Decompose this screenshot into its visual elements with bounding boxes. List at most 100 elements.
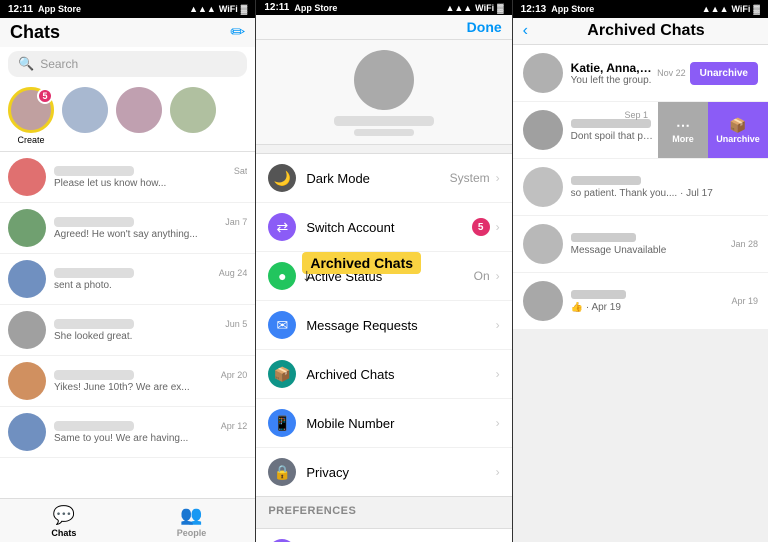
list-item[interactable]: Apr 12 Same to you! We are having... [0,407,255,458]
chat-name-row: Jan 7 [54,217,247,227]
preferences-header: PREFERENCES [256,497,511,520]
switch-account-label: Switch Account [306,220,471,235]
chat-name [54,421,134,431]
status-bar-right: ▲▲▲ WiFi ▓ [189,4,247,14]
privacy-icon: 🔒 [268,458,296,486]
dark-mode-value: System [450,171,490,185]
edit-icon[interactable]: ✏ [230,22,245,43]
story-item-3[interactable] [116,87,162,145]
chats-title: Chats [10,22,60,43]
swipe-unarchive-action[interactable]: 📦 Unarchive [708,102,768,158]
chat-preview: Yikes! June 10th? We are ex... [54,382,247,393]
list-item[interactable]: so patient. Thank you.... · Jul 17 [513,159,768,216]
chevron-icon: › [496,220,500,234]
unarchive-button[interactable]: Unarchive [690,62,758,85]
more-icon: ⋯ [676,117,690,134]
list-item[interactable]: Katie, Anna, Michael, Richard... You lef… [513,45,768,102]
settings-item-switch-account[interactable]: ⇄ Switch Account 5 › [256,203,511,252]
settings-item-archived-chats[interactable]: 📦 Archived Chats › [256,350,511,399]
search-icon: 🔍 [18,56,34,72]
chat-time: Apr 20 [221,370,248,380]
chat-content: Jun 5 She looked great. [54,319,247,342]
chat-preview: Please let us know how... [54,178,247,189]
story-item-2[interactable] [62,87,108,145]
story-item-create[interactable]: 5 Create [8,87,54,145]
profile-name [334,116,434,126]
settings-item-mobile-number[interactable]: 📱 Mobile Number › [256,399,511,448]
carrier-panel2: App Store [294,3,337,13]
dark-mode-label: Dark Mode [306,171,449,186]
chat-list: Sat Please let us know how... Jan 7 Agre… [0,152,255,498]
chat-name [54,217,134,227]
list-item[interactable]: Message Unavailable Jan 28 [513,216,768,273]
archived-chat-preview: You left the group. [571,75,653,86]
archived-chat-name-blurred [571,233,636,242]
chevron-icon: › [496,367,500,381]
archived-chat-content: Dont spoil that precious baby... [571,119,653,142]
nav-item-chats[interactable]: 💬 Chats [0,505,128,538]
story-avatar-3 [116,87,162,133]
settings-item-privacy[interactable]: 🔒 Privacy › [256,448,511,496]
avatar [8,158,46,196]
search-bar[interactable]: 🔍 Search [8,51,247,77]
nav-item-people[interactable]: 👥 People [128,505,256,538]
chat-content: Aug 24 sent a photo. [54,268,247,291]
chat-time: Aug 24 [219,268,248,278]
bottom-nav: 💬 Chats 👥 People [0,498,255,542]
list-item[interactable]: Sat Please let us know how... [0,152,255,203]
back-button[interactable]: ‹ [523,22,528,40]
archived-chat-preview: 👍 · Apr 19 [571,302,728,313]
archived-chat-preview: Message Unavailable [571,245,727,256]
chat-time: Apr 12 [221,421,248,431]
battery-icon-3: ▓ [753,4,760,14]
time-panel1: 12:11 [8,4,33,15]
story-item-4[interactable] [170,87,216,145]
avatar [8,260,46,298]
chat-name [54,319,134,329]
more-action[interactable]: ⋯ More [658,102,708,158]
time-panel3: 12:13 [521,4,547,15]
dark-mode-icon: 🌙 [268,164,296,192]
mobile-number-icon: 📱 [268,409,296,437]
settings-main-section: 🌙 Dark Mode System › ⇄ Switch Account 5 … [256,153,511,497]
avatar [523,167,563,207]
list-item[interactable]: Apr 20 Yikes! June 10th? We are ex... [0,356,255,407]
archived-chats-header: ‹ Archived Chats [513,18,768,45]
preferences-section: 🔔 Notifications & Sounds Off › 👥 Phone C… [256,528,511,542]
archived-chat-content: Message Unavailable [571,233,727,256]
annotation-arrow: ↓ [302,265,311,286]
chevron-icon: › [496,416,500,430]
archived-chats-title: Archived Chats [534,22,758,40]
chevron-icon: › [496,318,500,332]
list-item[interactable]: Dont spoil that precious baby... ⋯ More … [513,102,768,159]
people-nav-label: People [177,528,207,538]
settings-item-message-requests[interactable]: ✉ Message Requests › [256,301,511,350]
chat-content: Apr 20 Yikes! June 10th? We are ex... [54,370,247,393]
chat-name [54,370,134,380]
chat-time: Jun 5 [225,319,247,329]
avatar [8,209,46,247]
archived-chat-content: Katie, Anna, Michael, Richard... You lef… [571,61,653,86]
story-badge: 5 [37,88,53,104]
panel-chats: 12:11 App Store ▲▲▲ WiFi ▓ Chats ✏ 🔍 Sea… [0,0,255,542]
settings-item-notifications[interactable]: 🔔 Notifications & Sounds Off › [256,529,511,542]
list-item[interactable]: Jun 5 She looked great. [0,305,255,356]
archived-chat-time-5: Apr 19 [731,296,758,306]
archived-chats-icon: 📦 [268,360,296,388]
panel-archived-chats: 12:13 App Store ▲▲▲ WiFi ▓ ‹ Archived Ch… [512,0,768,542]
avatar [523,110,563,150]
chat-name-row: Sat [54,166,247,176]
list-item[interactable]: Jan 7 Agreed! He won't say anything... [0,203,255,254]
status-bar-left-3: 12:13 App Store [521,4,595,15]
switch-account-badge: 5 [472,218,490,236]
stories-row: 5 Create [0,81,255,151]
settings-item-dark-mode[interactable]: 🌙 Dark Mode System › [256,154,511,203]
story-avatar-2 [62,87,108,133]
avatar [8,413,46,451]
done-button[interactable]: Done [467,19,502,35]
wifi-icon: WiFi [219,4,238,14]
own-avatar: 5 [8,87,54,133]
list-item[interactable]: Aug 24 sent a photo. [0,254,255,305]
chats-nav-label: Chats [51,528,76,538]
list-item[interactable]: 👍 · Apr 19 Apr 19 [513,273,768,330]
